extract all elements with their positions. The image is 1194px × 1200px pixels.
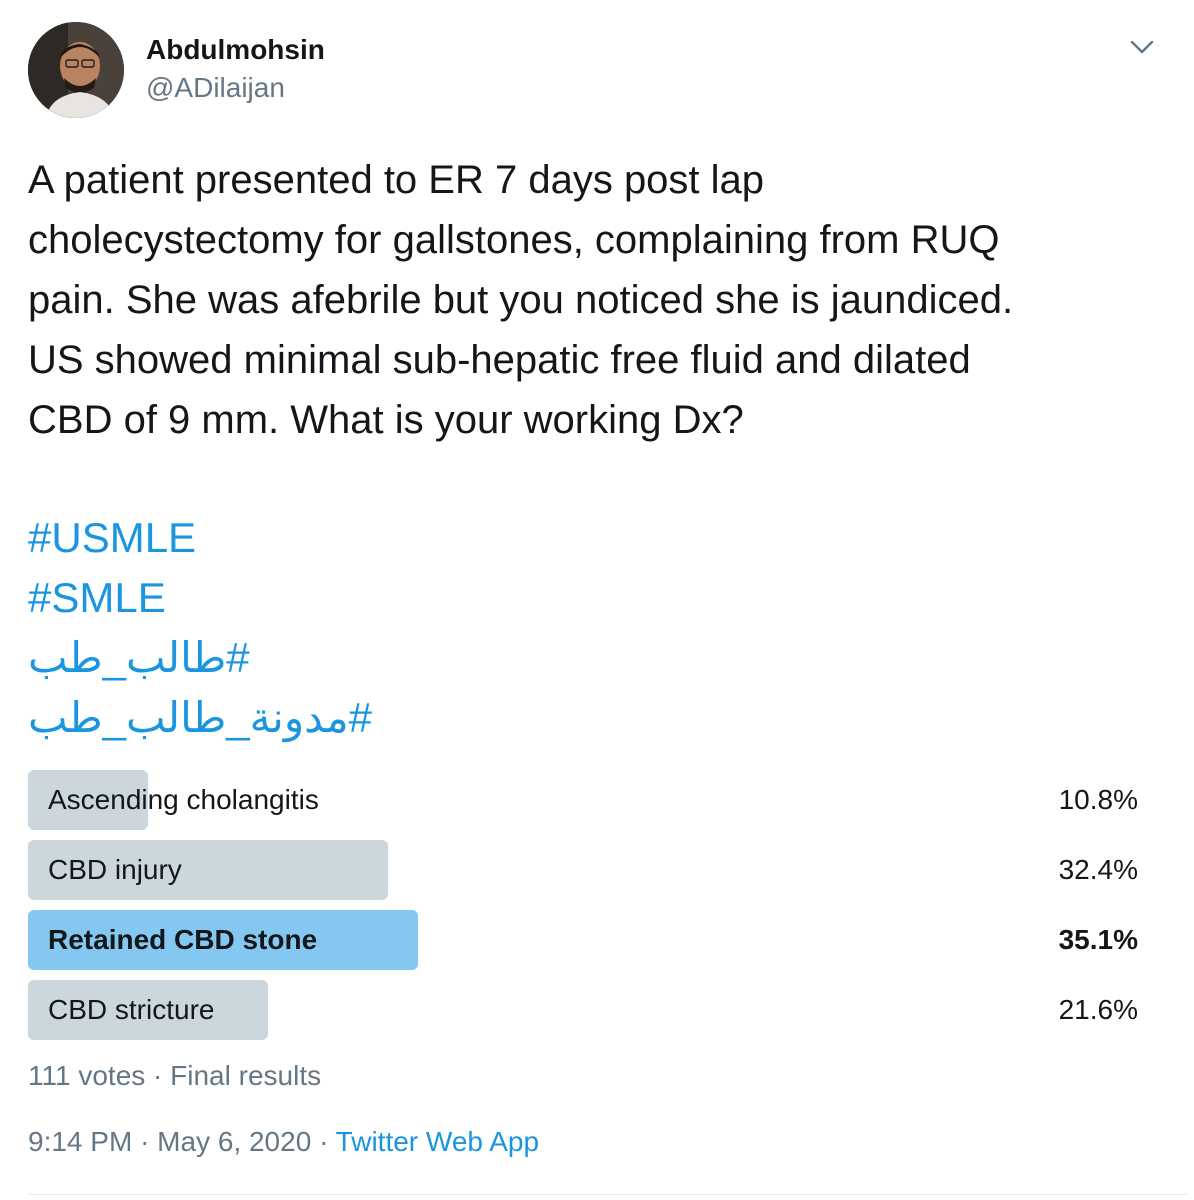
poll-option-percent: 32.4% [1058,854,1138,885]
poll-option-label: Ascending cholangitis [48,784,319,815]
tweet-meta: 9:14 PM · May 6, 2020 · Twitter Web App [28,1126,539,1158]
hashtag-smle[interactable]: #SMLE [28,570,166,626]
hashtag-medical-student[interactable]: #طالب_طب [28,630,250,686]
poll-option-winner: Retained CBD stone 35.1% [28,910,1140,970]
poll-summary: 111 votes · Final results [28,1060,321,1092]
poll-votes: 111 votes [28,1060,146,1091]
poll-option-percent: 35.1% [1058,924,1138,955]
separator: · [319,1126,329,1157]
poll-option-label: Retained CBD stone [48,924,318,955]
tweet-source-link[interactable]: Twitter Web App [336,1126,539,1157]
avatar[interactable] [28,22,124,118]
poll-option: CBD stricture 21.6% [28,980,1140,1040]
poll-option-percent: 10.8% [1058,784,1138,815]
separator: · [140,1126,150,1157]
poll-option-label: CBD stricture [48,994,215,1025]
avatar-image [28,22,124,118]
separator: · [153,1060,163,1091]
chevron-down-icon[interactable] [1124,32,1160,62]
hashtag-medical-student-blog[interactable]: #مدونة_طالب_طب [28,690,372,746]
tweet-time[interactable]: 9:14 PM [28,1126,132,1157]
hashtag-usmle[interactable]: #USMLE [28,510,196,566]
divider [28,1194,1188,1195]
poll-option: Ascending cholangitis 10.8% [28,770,1140,830]
poll-option-percent: 21.6% [1058,994,1138,1025]
tweet-date[interactable]: May 6, 2020 [157,1126,311,1157]
display-name[interactable]: Abdulmohsin [146,34,325,66]
poll-status: Final results [170,1060,322,1091]
poll-option-label: CBD injury [48,854,182,885]
user-handle[interactable]: @ADilaijan [146,72,285,104]
poll-option: CBD injury 32.4% [28,840,1140,900]
tweet: Abdulmohsin @ADilaijan A patient present… [0,0,1194,1200]
tweet-text: A patient presented to ER 7 days post la… [28,158,1014,442]
